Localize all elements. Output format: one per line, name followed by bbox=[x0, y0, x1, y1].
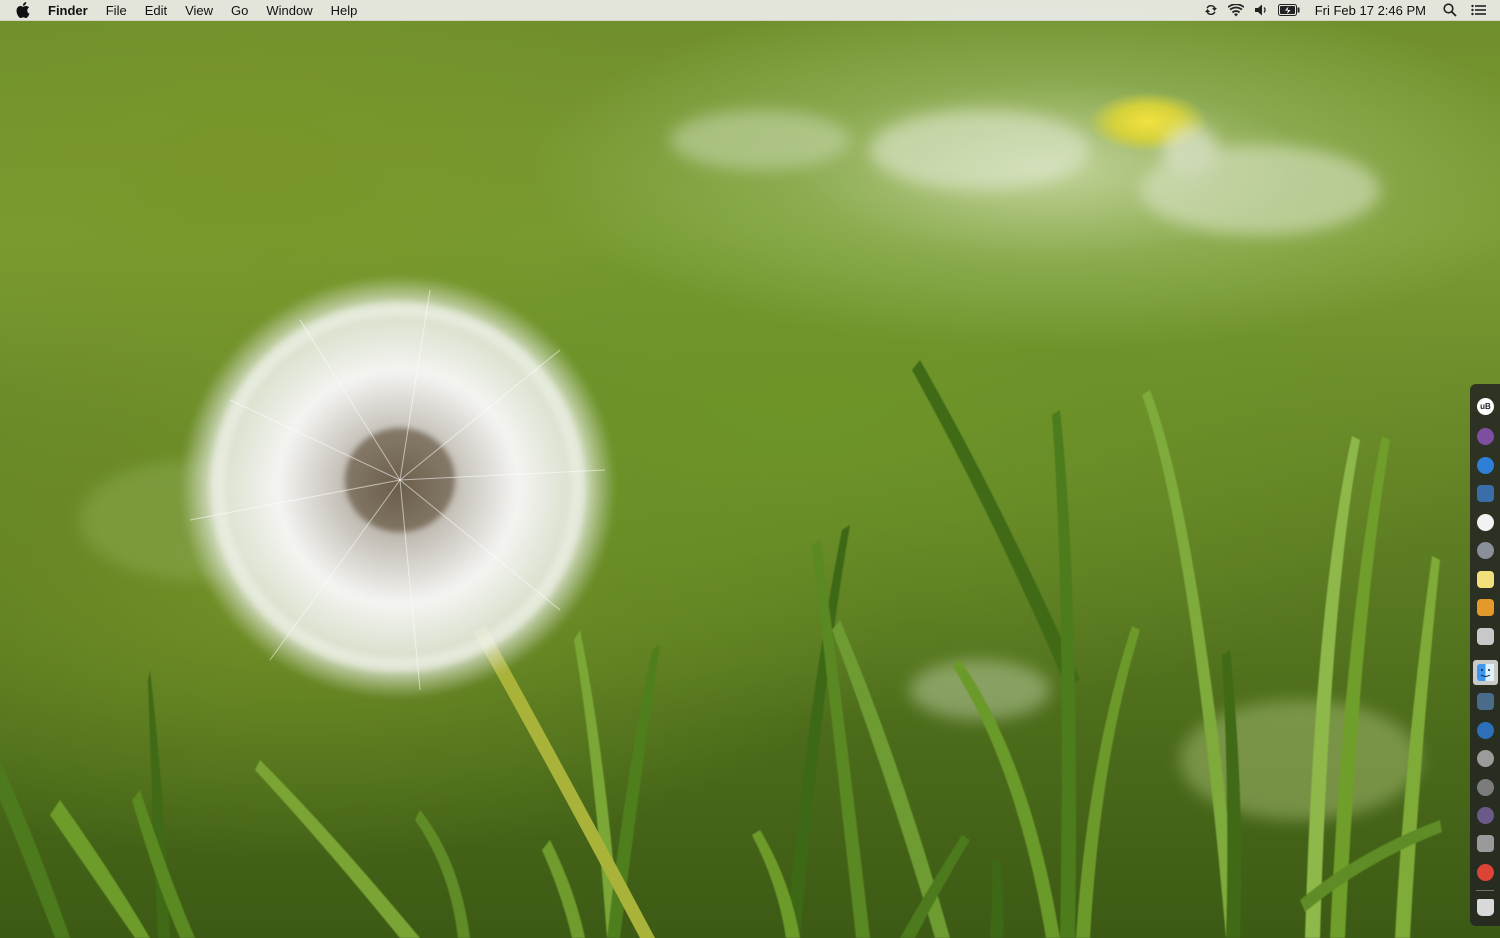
tor-icon[interactable] bbox=[1477, 807, 1494, 824]
menu-bar-clock[interactable]: Fri Feb 17 2:46 PM bbox=[1315, 3, 1426, 18]
menu-help[interactable]: Help bbox=[331, 3, 358, 18]
battery-icon[interactable] bbox=[1277, 2, 1300, 18]
menu-edit[interactable]: Edit bbox=[145, 3, 167, 18]
ubar-icon[interactable]: uB bbox=[1477, 398, 1494, 415]
preview-app-icon[interactable] bbox=[1477, 693, 1494, 710]
trash-icon[interactable] bbox=[1477, 899, 1494, 916]
spotlight-search-icon[interactable] bbox=[1442, 2, 1458, 18]
system-preferences-icon[interactable] bbox=[1477, 542, 1494, 559]
menu-go[interactable]: Go bbox=[231, 3, 248, 18]
wallpaper-artwork bbox=[0, 110, 1442, 938]
safari-2-icon[interactable] bbox=[1477, 722, 1494, 739]
itunes-icon[interactable] bbox=[1477, 514, 1494, 531]
desktop-wallpaper bbox=[0, 0, 1500, 938]
photos-icon[interactable] bbox=[1477, 599, 1494, 616]
preview-icon[interactable] bbox=[1477, 485, 1494, 502]
menu-file[interactable]: File bbox=[106, 3, 127, 18]
document-icon[interactable] bbox=[1477, 835, 1494, 852]
settings-icon[interactable] bbox=[1477, 779, 1494, 796]
safari-icon[interactable] bbox=[1477, 457, 1494, 474]
menu-app-name[interactable]: Finder bbox=[48, 3, 88, 18]
dandelion-seed-head bbox=[180, 275, 616, 699]
notes-icon[interactable] bbox=[1477, 571, 1494, 588]
chrome-icon[interactable] bbox=[1477, 864, 1494, 881]
wifi-icon[interactable] bbox=[1227, 2, 1244, 18]
menu-window[interactable]: Window bbox=[266, 3, 312, 18]
volume-icon[interactable] bbox=[1253, 2, 1269, 18]
ubar-label: uB bbox=[1480, 402, 1491, 411]
finder-face-icon bbox=[1477, 664, 1494, 681]
apple-menu-icon[interactable] bbox=[16, 2, 32, 18]
menu-view[interactable]: View bbox=[185, 3, 213, 18]
notification-center-icon[interactable] bbox=[1470, 2, 1486, 18]
dock-separator bbox=[1476, 890, 1494, 891]
sync-icon[interactable] bbox=[1203, 2, 1219, 18]
ibooks-icon[interactable] bbox=[1477, 628, 1494, 645]
menu-bar-status-area: Fri Feb 17 2:46 PM bbox=[1203, 0, 1500, 20]
music-icon[interactable] bbox=[1477, 750, 1494, 767]
menu-bar: Finder File Edit View Go Window Help Fri… bbox=[0, 0, 1500, 21]
finder-icon[interactable] bbox=[1473, 660, 1498, 685]
tor-browser-icon[interactable] bbox=[1477, 428, 1494, 445]
dock: uB bbox=[1470, 384, 1500, 926]
